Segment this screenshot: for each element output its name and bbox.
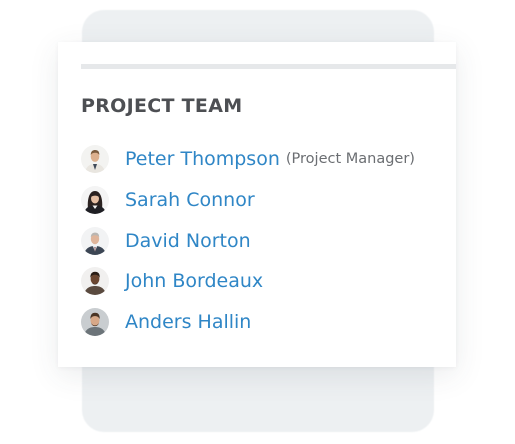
avatar-peter-thompson <box>81 145 109 174</box>
member-name-link[interactable]: David Norton <box>125 230 251 252</box>
team-member-peter-thompson[interactable]: Peter Thompson (Project Manager) <box>81 139 415 180</box>
card-divider <box>81 64 456 69</box>
member-role: (Project Manager) <box>285 151 415 168</box>
avatar-david-norton <box>81 226 109 255</box>
team-member-sarah-connor[interactable]: Sarah Connor <box>81 180 415 221</box>
person-photo-icon <box>81 308 109 337</box>
avatar-john-bordeaux <box>81 267 109 296</box>
person-photo-icon <box>81 145 109 174</box>
person-photo-icon <box>81 226 109 255</box>
team-member-anders-hallin[interactable]: Anders Hallin <box>81 302 415 343</box>
avatar-anders-hallin <box>81 308 109 337</box>
member-name-link[interactable]: Sarah Connor <box>125 189 255 211</box>
member-name-link[interactable]: Peter Thompson <box>125 148 280 170</box>
project-team-card: PROJECT TEAM Peter Thompson (Project Man… <box>58 42 456 367</box>
member-name-link[interactable]: Anders Hallin <box>125 311 251 333</box>
avatar-sarah-connor <box>81 186 109 215</box>
project-team-widget: PROJECT TEAM Peter Thompson (Project Man… <box>0 0 515 444</box>
section-title: PROJECT TEAM <box>81 95 243 117</box>
team-member-list: Peter Thompson (Project Manager) Sarah C… <box>81 139 415 342</box>
team-member-john-bordeaux[interactable]: John Bordeaux <box>81 261 415 302</box>
person-photo-icon <box>81 186 109 215</box>
team-member-david-norton[interactable]: David Norton <box>81 220 415 261</box>
member-name-link[interactable]: John Bordeaux <box>125 270 263 292</box>
person-photo-icon <box>81 267 109 296</box>
